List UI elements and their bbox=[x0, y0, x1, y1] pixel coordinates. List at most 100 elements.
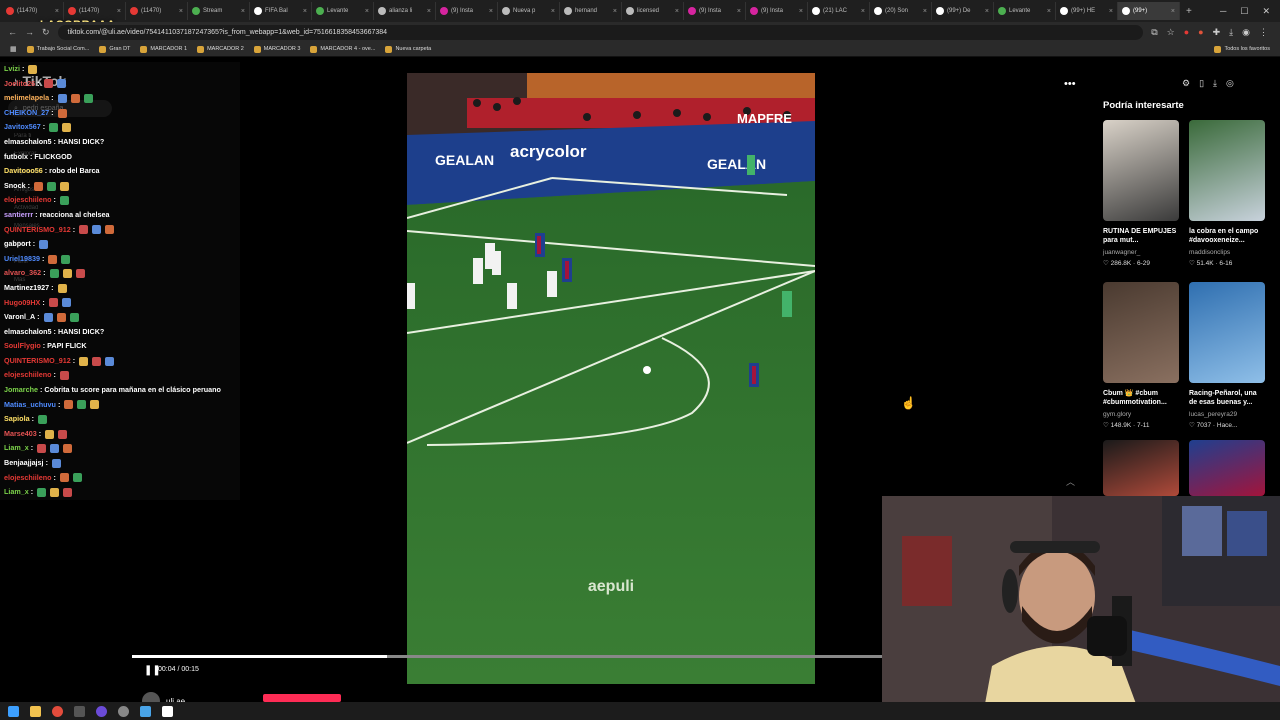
browser-tab[interactable]: Levante × bbox=[312, 2, 374, 20]
browser-tab[interactable]: (99+) × bbox=[1118, 2, 1180, 20]
video-thumbnail[interactable] bbox=[1189, 440, 1265, 496]
tab-close-icon[interactable]: × bbox=[179, 8, 183, 15]
extension-icon[interactable]: ● bbox=[1198, 27, 1203, 38]
browser-tab[interactable]: (99+) De × bbox=[932, 2, 994, 20]
chat-emote-icon bbox=[50, 444, 60, 454]
browser-tab[interactable]: Stream × bbox=[188, 2, 250, 20]
browser-tab[interactable]: (20) Son × bbox=[870, 2, 932, 20]
tab-close-icon[interactable]: × bbox=[675, 8, 679, 15]
video-thumbnail[interactable] bbox=[1189, 282, 1265, 383]
tab-close-icon[interactable]: × bbox=[117, 8, 121, 15]
file-explorer-icon[interactable] bbox=[30, 705, 41, 717]
menu-kebab-icon[interactable]: ⋮ bbox=[1259, 27, 1268, 38]
video-player[interactable]: GEALAN acrycolor GEALAN MAPFRE aepuli bbox=[407, 73, 815, 684]
video-thumbnail[interactable] bbox=[1103, 282, 1179, 383]
chrome-icon[interactable] bbox=[118, 705, 129, 717]
browser-tab[interactable]: (21) LAC × bbox=[808, 2, 870, 20]
browser-tab[interactable]: (99+) HE × bbox=[1056, 2, 1118, 20]
close-window-icon[interactable]: ✕ bbox=[1262, 6, 1270, 17]
bookmark-item[interactable]: Gran DT bbox=[99, 45, 130, 53]
bookmark-item[interactable]: Nueva carpeta bbox=[385, 45, 431, 53]
bookmark-item[interactable]: MARCADOR 4 - ove... bbox=[310, 45, 375, 53]
browser-tab[interactable]: Levante × bbox=[994, 2, 1056, 20]
chat-emote-icon bbox=[49, 269, 59, 279]
tiktok-icon[interactable] bbox=[162, 705, 173, 717]
cast-icon[interactable]: ⧉ bbox=[1151, 27, 1157, 38]
tab-close-icon[interactable]: × bbox=[799, 8, 803, 15]
tab-close-icon[interactable]: × bbox=[1047, 8, 1051, 15]
tab-close-icon[interactable]: × bbox=[427, 8, 431, 15]
bookmark-star-icon[interactable]: ☆ bbox=[1167, 27, 1175, 38]
recommended-video[interactable] bbox=[1103, 440, 1179, 496]
tab-close-icon[interactable]: × bbox=[365, 8, 369, 15]
bookmark-item[interactable]: MARCADOR 2 bbox=[197, 45, 244, 53]
maximize-icon[interactable]: ☐ bbox=[1240, 6, 1248, 17]
bookmarks-bar: ▦ Trabajo Social Com... Gran DT MARCADOR 1… bbox=[0, 42, 1280, 57]
extension-icon[interactable]: ● bbox=[1184, 27, 1189, 38]
start-icon[interactable] bbox=[8, 705, 19, 717]
browser-tab[interactable]: (9) Insta × bbox=[746, 2, 808, 20]
recommended-video[interactable]: la cobra en el campo #davooxeneize... mad… bbox=[1189, 120, 1265, 267]
browser-tab[interactable]: FIFA Bal × bbox=[250, 2, 312, 20]
browser-tab[interactable]: Nueva p × bbox=[498, 2, 560, 20]
tab-close-icon[interactable]: × bbox=[303, 8, 307, 15]
tab-close-icon[interactable]: × bbox=[861, 8, 865, 15]
browser-tab[interactable]: hernand × bbox=[560, 2, 622, 20]
bookmark-item[interactable]: MARCADOR 3 bbox=[253, 45, 300, 53]
follow-button[interactable] bbox=[263, 694, 341, 702]
browser-tab[interactable]: alianza li × bbox=[374, 2, 436, 20]
more-options-icon[interactable]: ••• bbox=[1064, 78, 1076, 90]
bookmark-item[interactable]: MARCADOR 1 bbox=[140, 45, 187, 53]
apps-icon[interactable]: ▦ bbox=[10, 45, 17, 53]
puzzle-icon[interactable]: ✚ bbox=[1213, 27, 1221, 38]
chat-text: HANSI DICK? bbox=[57, 136, 105, 146]
video-author-name[interactable]: juanwagner_ bbox=[1103, 249, 1179, 256]
app-icon[interactable] bbox=[140, 705, 151, 717]
app-icon[interactable] bbox=[74, 705, 85, 717]
phone-icon[interactable]: ▯ bbox=[1199, 78, 1204, 89]
tab-close-icon[interactable]: × bbox=[1171, 8, 1175, 15]
chat-username: elmaschalon5 bbox=[4, 326, 52, 336]
browser-tab[interactable]: (11470) × bbox=[2, 2, 64, 20]
video-author-name[interactable]: lucas_pereyra29 bbox=[1189, 411, 1265, 418]
download-icon[interactable]: ⤓ bbox=[1213, 78, 1217, 89]
recommended-video[interactable]: Racing-Peñarol, una de esas buenas y... l… bbox=[1189, 282, 1265, 429]
recommended-video[interactable]: Cbum 👑 #cbum #cbummotivation... gym.glory… bbox=[1103, 282, 1179, 429]
video-thumbnail[interactable] bbox=[1189, 120, 1265, 221]
tab-close-icon[interactable]: × bbox=[241, 8, 245, 15]
tab-close-icon[interactable]: × bbox=[737, 8, 741, 15]
all-bookmarks-link[interactable]: Todos los favoritos bbox=[1214, 45, 1270, 53]
chrome-icon[interactable] bbox=[52, 705, 63, 717]
tab-close-icon[interactable]: × bbox=[1109, 8, 1113, 15]
profile-avatar-icon[interactable]: ◉ bbox=[1242, 27, 1250, 38]
tab-close-icon[interactable]: × bbox=[551, 8, 555, 15]
globe-icon[interactable]: ◎ bbox=[1226, 78, 1234, 89]
tab-close-icon[interactable]: × bbox=[489, 8, 493, 15]
browser-tab[interactable]: (11470) × bbox=[126, 2, 188, 20]
video-thumbnail[interactable] bbox=[1103, 440, 1179, 496]
video-author-name[interactable]: maddisonclips bbox=[1189, 249, 1265, 256]
video-author-name[interactable]: gym.glory bbox=[1103, 411, 1179, 418]
forward-icon[interactable]: → bbox=[25, 27, 34, 37]
new-tab-button[interactable]: + bbox=[1180, 6, 1198, 17]
reload-icon[interactable]: ↻ bbox=[42, 27, 50, 38]
minimize-icon[interactable]: ─ bbox=[1220, 6, 1226, 17]
browser-tab[interactable]: (9) Insta × bbox=[684, 2, 746, 20]
video-thumbnail[interactable] bbox=[1103, 120, 1179, 221]
browser-tab[interactable]: (11470) × bbox=[64, 2, 126, 20]
tab-close-icon[interactable]: × bbox=[985, 8, 989, 15]
url-field[interactable]: tiktok.com/@uli.ae/video/754141103718724… bbox=[57, 24, 1144, 40]
recommended-video[interactable] bbox=[1189, 440, 1265, 496]
browser-tab[interactable]: licensed × bbox=[622, 2, 684, 20]
bookmark-item[interactable]: Trabajo Social Com... bbox=[26, 45, 89, 53]
tab-close-icon[interactable]: × bbox=[55, 8, 59, 15]
app-icon[interactable] bbox=[96, 705, 107, 717]
tab-close-icon[interactable]: × bbox=[613, 8, 617, 15]
chevron-up-icon[interactable]: ︿ bbox=[1066, 475, 1075, 488]
download-icon[interactable]: ⤓ bbox=[1229, 27, 1233, 38]
recommended-video[interactable]: RUTINA DE EMPUJES para mut... juanwagner_… bbox=[1103, 120, 1179, 267]
back-icon[interactable]: ← bbox=[8, 27, 17, 37]
tab-close-icon[interactable]: × bbox=[923, 8, 927, 15]
browser-tab[interactable]: (9) Insta × bbox=[436, 2, 498, 20]
settings-icon[interactable]: ⚙ bbox=[1182, 78, 1190, 89]
